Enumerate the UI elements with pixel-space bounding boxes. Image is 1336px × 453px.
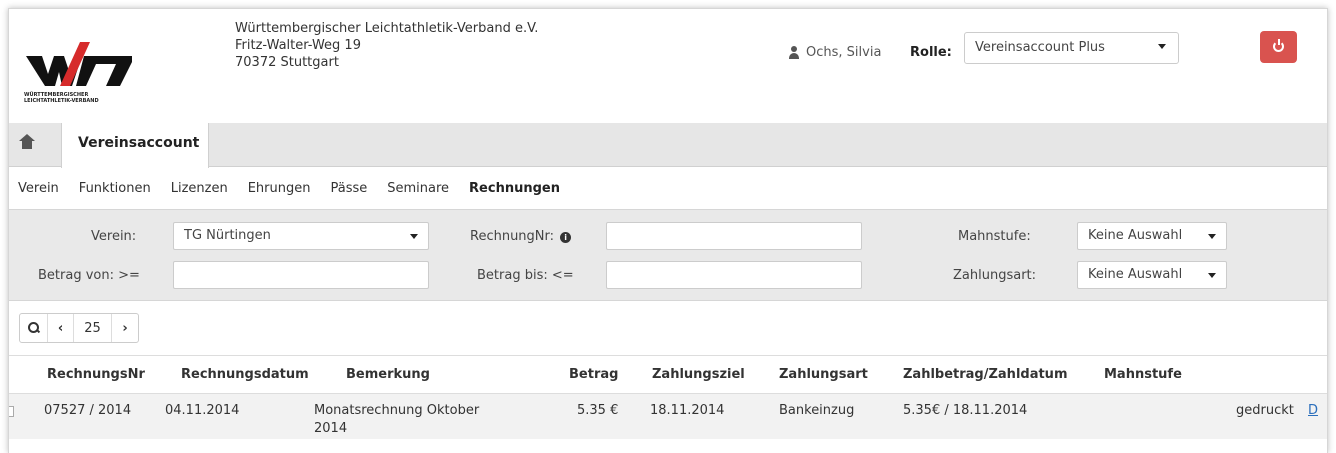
app-window: WÜRTTEMBERGISCHER LEICHTATHLETIK-VERBAND…: [8, 8, 1328, 453]
column-header[interactable]: Zahlungsart: [779, 367, 868, 382]
user-icon: [788, 46, 800, 59]
info-icon[interactable]: i: [560, 232, 572, 243]
tab-home[interactable]: [9, 123, 61, 167]
table-row[interactable]: 07527 / 2014 04.11.2014 Monatsrechnung O…: [9, 393, 1327, 439]
chevron-right-icon: ›: [122, 320, 128, 336]
bemerkung-line-2: 2014: [314, 421, 348, 436]
row-checkbox[interactable]: [9, 406, 14, 417]
subnav-lizenzen[interactable]: Lizenzen: [171, 181, 228, 196]
caret-down-icon: [1158, 44, 1166, 49]
verein-value: TG Nürtingen: [184, 228, 271, 243]
subnav-verein[interactable]: Verein: [18, 181, 59, 196]
home-icon: [19, 134, 35, 151]
cell-betrag: 5.35 €: [577, 403, 619, 418]
cell-zahlungsziel: 18.11.2014: [650, 403, 725, 418]
rolle-value: Vereinsaccount Plus: [975, 40, 1105, 55]
table-header: RechnungsNr Rechnungsdatum Bemerkung Bet…: [9, 355, 1327, 393]
mahnstufe-value: Keine Auswahl: [1088, 228, 1183, 243]
column-header[interactable]: Bemerkung: [346, 367, 430, 382]
org-address: Württembergischer Leichtathletik-Verband…: [235, 20, 538, 71]
betrag-bis-label: Betrag bis: <=: [477, 268, 574, 283]
cell-nr: 07527 / 2014: [44, 403, 132, 418]
org-street: Fritz-Walter-Weg 19: [235, 38, 361, 53]
org-city: 70372 Stuttgart: [235, 55, 339, 70]
cell-status: gedruckt: [1236, 403, 1294, 418]
search-button[interactable]: [20, 314, 48, 342]
cell-bemerkung: Monatsrechnung Oktober 2014: [314, 402, 479, 438]
betrag-von-input[interactable]: [173, 261, 429, 289]
rechnungnr-label: RechnungNr: i: [470, 229, 572, 244]
column-header[interactable]: RechnungsNr: [47, 367, 145, 382]
page-size[interactable]: 25: [74, 314, 112, 342]
power-icon: [1273, 39, 1284, 52]
betrag-von-label: Betrag von: >=: [38, 268, 140, 283]
logo-caption: WÜRTTEMBERGISCHER LEICHTATHLETIK-VERBAND: [24, 92, 99, 104]
column-header[interactable]: Rechnungsdatum: [181, 367, 309, 382]
zahlungsart-value: Keine Auswahl: [1088, 267, 1183, 282]
cell-zahlbetrag: 5.35€ / 18.11.2014: [903, 403, 1028, 418]
header: WÜRTTEMBERGISCHER LEICHTATHLETIK-VERBAND…: [9, 9, 1327, 123]
column-header[interactable]: Zahlbetrag/Zahldatum: [903, 367, 1068, 382]
caret-down-icon: [410, 234, 418, 239]
subnav-paesse[interactable]: Pässe: [330, 181, 367, 196]
zahlungsart-label: Zahlungsart:: [953, 268, 1037, 283]
rechnungnr-input[interactable]: [606, 222, 862, 250]
subnav-ehrungen[interactable]: Ehrungen: [248, 181, 311, 196]
sub-navigation: Verein Funktionen Lizenzen Ehrungen Päss…: [9, 168, 1327, 209]
rolle-label: Rolle:: [910, 45, 952, 60]
row-link[interactable]: D: [1308, 402, 1318, 420]
column-header[interactable]: Betrag: [569, 367, 618, 382]
caret-down-icon: [1208, 234, 1216, 239]
tab-bar: Vereinsaccount: [9, 123, 1327, 168]
tab-vereinsaccount[interactable]: Vereinsaccount: [61, 123, 209, 168]
search-icon: [27, 322, 40, 334]
mahnstufe-label: Mahnstufe:: [958, 229, 1031, 244]
caret-down-icon: [1208, 273, 1216, 278]
column-header[interactable]: Zahlungsziel: [652, 367, 745, 382]
filter-panel: Verein: TG Nürtingen RechnungNr: i Mahns…: [9, 209, 1327, 301]
next-page-button[interactable]: ›: [112, 314, 138, 342]
zahlungsart-select[interactable]: Keine Auswahl: [1077, 261, 1227, 289]
subnav-funktionen[interactable]: Funktionen: [79, 181, 151, 196]
verein-label: Verein:: [91, 229, 137, 244]
cell-datum: 04.11.2014: [165, 403, 240, 418]
user-name: Ochs, Silvia: [806, 45, 882, 60]
pagination: ‹ 25 ›: [19, 313, 139, 343]
cell-zahlungsart: Bankeinzug: [779, 403, 855, 418]
prev-page-button[interactable]: ‹: [48, 314, 74, 342]
betrag-bis-input[interactable]: [606, 261, 862, 289]
current-user[interactable]: Ochs, Silvia: [788, 45, 881, 60]
rolle-select[interactable]: Vereinsaccount Plus: [964, 32, 1179, 64]
column-header[interactable]: Mahnstufe: [1104, 367, 1182, 382]
logout-button[interactable]: [1260, 31, 1297, 63]
mahnstufe-select[interactable]: Keine Auswahl: [1077, 222, 1227, 250]
subnav-seminare[interactable]: Seminare: [387, 181, 449, 196]
wlv-logo[interactable]: WÜRTTEMBERGISCHER LEICHTATHLETIK-VERBAND: [24, 42, 134, 104]
subnav-rechnungen[interactable]: Rechnungen: [469, 181, 560, 196]
verein-select[interactable]: TG Nürtingen: [173, 222, 429, 250]
chevron-left-icon: ‹: [57, 320, 64, 336]
org-name: Württembergischer Leichtathletik-Verband…: [235, 21, 539, 36]
rechnungnr-label-text: RechnungNr:: [470, 229, 555, 244]
bemerkung-line-1: Monatsrechnung Oktober: [314, 403, 480, 418]
